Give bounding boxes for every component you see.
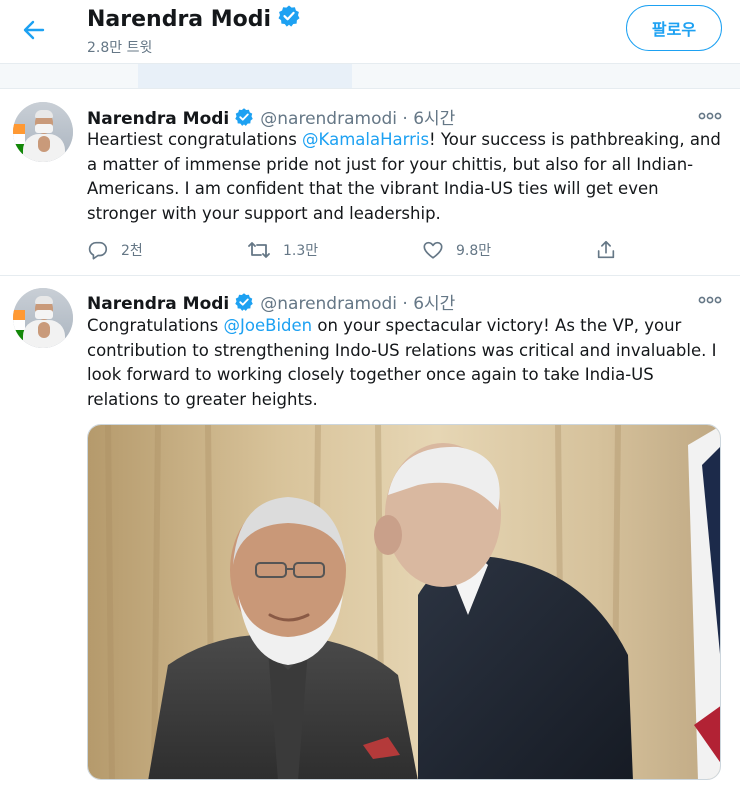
retweet-icon	[248, 242, 270, 258]
like-button[interactable]: 9.8만	[422, 238, 491, 262]
back-arrow-icon[interactable]	[18, 14, 50, 46]
tweet-actions: 2천 1.3만 9.8만	[87, 238, 647, 262]
retweet-button[interactable]: 1.3만	[247, 238, 318, 262]
tweet-text-start: Heartiest congratulations	[87, 130, 303, 149]
author-name[interactable]: Narendra Modi	[87, 294, 229, 314]
avatar[interactable]	[13, 288, 73, 348]
tweet-text-start: Congratulations	[87, 316, 224, 335]
more-dots-icon[interactable]	[697, 108, 723, 122]
tweet-text: Heartiest congratulations @KamalaHarris!…	[87, 128, 727, 226]
more-dots-icon[interactable]	[697, 292, 723, 306]
share-button[interactable]	[595, 238, 617, 262]
mention-link[interactable]: @KamalaHarris	[302, 130, 429, 149]
reply-icon	[88, 241, 108, 260]
meta-separator: ·	[402, 109, 408, 129]
retweet-count: 1.3만	[283, 243, 319, 259]
tweet-text: Congratulations @JoeBiden on your specta…	[87, 314, 727, 412]
follow-button[interactable]: 팔로우	[626, 5, 722, 51]
mention-link[interactable]: @JoeBiden	[224, 316, 313, 335]
tweet-count: 2.8만 트윗	[87, 40, 153, 56]
profile-header: Narendra Modi 2.8만 트윗 팔로우	[0, 0, 740, 64]
avatar[interactable]	[13, 102, 73, 162]
tab-active-highlight[interactable]	[138, 64, 352, 88]
tweet-time[interactable]: 6시간	[413, 109, 455, 129]
tweet-header: Narendra Modi @narendramodi · 6시간	[87, 289, 455, 317]
tab-divider	[0, 88, 740, 89]
like-count: 9.8만	[456, 243, 492, 259]
author-handle[interactable]: @narendramodi	[260, 294, 397, 314]
meta-separator: ·	[402, 294, 408, 314]
profile-title: Narendra Modi	[87, 4, 301, 34]
profile-name: Narendra Modi	[87, 7, 272, 32]
reply-button[interactable]: 2천	[87, 238, 143, 262]
tweet-time[interactable]: 6시간	[413, 294, 455, 314]
tweet-photo[interactable]	[87, 424, 721, 780]
reply-count: 2천	[121, 243, 143, 259]
author-name[interactable]: Narendra Modi	[87, 109, 229, 129]
share-icon	[597, 240, 615, 259]
verified-badge-icon	[277, 4, 301, 34]
tweet-divider	[0, 275, 740, 276]
tab-strip	[0, 64, 740, 88]
author-handle[interactable]: @narendramodi	[260, 109, 397, 129]
heart-icon	[423, 241, 443, 259]
